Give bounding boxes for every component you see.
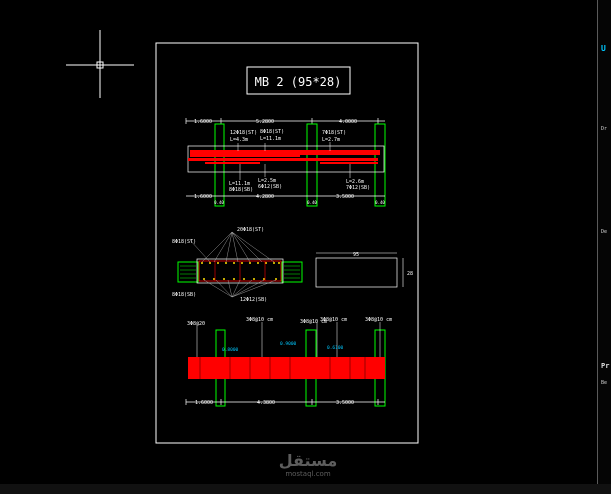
mostaql-watermark: مستقل mostaql.com [268,451,348,479]
dim-top-1: 1.6000 [194,119,212,125]
stirrup-label-4: 3Φ8@10 cm [320,317,347,323]
beam-cross-section: 8Φ18(ST) 20Φ18(ST) 8Φ18(SB) 12Φ12(SB) [172,227,303,303]
rebar-top-1-mark: 12Φ18(ST) [230,130,257,136]
side-panel-item-2: Dr [601,126,608,132]
title-box: MB 2 (95*28) [246,66,351,95]
rebar-bot-2-mark: 6Φ12(SB) [258,184,282,190]
side-panel-item-1: U [601,44,606,53]
dim-bot-2: 4.2800 [256,194,274,200]
rebar-top-3-mark: 7Φ18(ST) [322,130,346,136]
sheet-title: MB 2 (95*28) [255,75,342,89]
dim-top-2: 5.2800 [256,119,274,125]
rebar-top-2-len: L=11.1m [260,136,281,142]
bottom-strip [0,484,611,494]
cad-drawing-canvas[interactable]: MB 2 (95*28) 1.6000 5.2800 4.0000 12Φ18(… [0,0,611,494]
section-label-bot-1: 8Φ18(SB) [172,292,196,298]
beam-elevation: 1.6000 5.2800 4.0000 12Φ18(ST) L=4.3m 8Φ… [185,118,386,207]
section-label-top-1: 8Φ18(ST) [172,239,196,245]
cyan-note-1: 0.8000 [222,347,239,353]
rebar-bot-3-mark: 7Φ12(SB) [346,185,370,191]
rebar-top-1-len: L=4.3m [230,137,248,143]
dim-bot-3: 3.5000 [336,194,354,200]
crosshair-cursor [66,30,134,98]
side-panel[interactable]: U Dr De Pr Be [597,0,611,494]
cyan-note-2: 0.9000 [280,341,297,347]
stirrup-label-1: 3Φ8@20 [187,321,205,327]
cyan-note-3: 0.6100 [327,345,344,351]
side-panel-item-5: Be [601,380,608,386]
section-label-top-2: 20Φ18(ST) [237,227,264,233]
rebar-bot-1-mark: 8Φ18(SB) [229,187,253,193]
stirrup-dim-3: 3.5000 [336,400,354,406]
side-panel-item-4: Pr [601,362,610,370]
rebar-top-2-mark: 8Φ18(ST) [260,129,284,135]
watermark-site: mostaql.com [285,470,331,478]
small-dim-2: 0.40 [307,200,317,205]
section-dimension-box: 95 28 [315,252,413,288]
watermark-brand: مستقل [278,451,338,470]
stirrup-dim-2: 4.3800 [257,400,275,406]
dim-bot-1: 1.6000 [194,194,212,200]
stirrup-dim-1: 1.6000 [195,400,213,406]
section-label-bot-2: 12Φ12(SB) [240,297,267,303]
side-panel-item-3: De [601,229,608,235]
stirrup-label-5: 3Φ8@10 cm [365,317,392,323]
stirrup-label-2: 3Φ8@10 cm [246,317,273,323]
dim-top-3: 4.0000 [339,119,357,125]
small-dim-1: 0.40 [214,200,224,205]
stirrup-elevation: 3Φ8@20 3Φ8@10 cm 3Φ8@10 cm 3Φ8@10 cm 3Φ8… [185,317,392,407]
section-depth: 28 [407,271,413,277]
rebar-top-3-len: L=2.7m [322,137,340,143]
section-width: 95 [353,252,359,258]
small-dim-3: 0.40 [375,200,385,205]
